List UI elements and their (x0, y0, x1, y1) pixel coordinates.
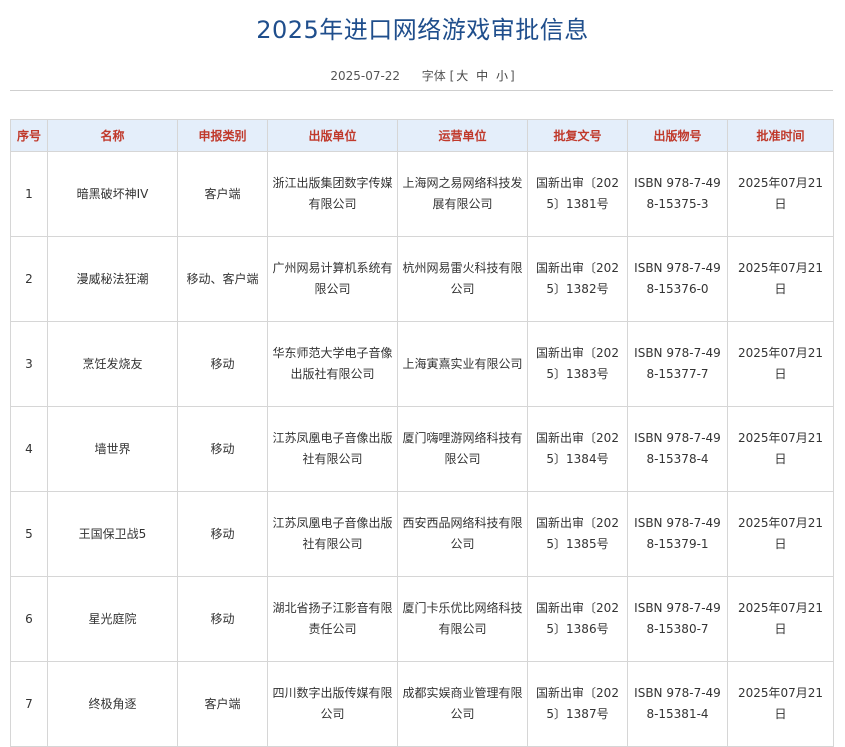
header-index: 序号 (10, 119, 48, 152)
header-divider (10, 90, 833, 91)
cell-category: 移动 (177, 321, 268, 407)
cell-isbn: ISBN 978-7-498-15380-7 (627, 576, 728, 662)
font-size-medium-button[interactable]: 中 (474, 69, 490, 83)
cell-index: 1 (10, 151, 48, 237)
cell-approval-number: 国新出审〔2025〕1384号 (527, 406, 628, 492)
cell-category: 客户端 (177, 661, 268, 747)
cell-operator: 上海寅熹实业有限公司 (397, 321, 528, 407)
cell-category: 客户端 (177, 151, 268, 237)
cell-approval-date: 2025年07月21日 (727, 151, 834, 237)
cell-category: 移动、客户端 (177, 236, 268, 322)
table-row: 7 终极角逐 客户端 四川数字出版传媒有限公司 成都实娱商业管理有限公司 国新出… (10, 661, 834, 747)
cell-index: 3 (10, 321, 48, 407)
cell-approval-date: 2025年07月21日 (727, 236, 834, 322)
cell-approval-date: 2025年07月21日 (727, 661, 834, 747)
header-category: 申报类别 (177, 119, 268, 152)
font-size-large-button[interactable]: 大 (454, 69, 470, 83)
font-size-bracket-close: ] (509, 69, 515, 83)
header-approval-date: 批准时间 (727, 119, 834, 152)
cell-category: 移动 (177, 491, 268, 577)
table-row: 3 烹饪发烧友 移动 华东师范大学电子音像出版社有限公司 上海寅熹实业有限公司 … (10, 321, 834, 407)
approval-table: 序号 名称 申报类别 出版单位 运营单位 批复文号 出版物号 批准时间 1 暗黑… (10, 119, 834, 747)
cell-category: 移动 (177, 406, 268, 492)
cell-isbn: ISBN 978-7-498-15377-7 (627, 321, 728, 407)
cell-approval-date: 2025年07月21日 (727, 406, 834, 492)
publish-date: 2025-07-22 (330, 69, 401, 83)
cell-operator: 西安西品网络科技有限公司 (397, 491, 528, 577)
cell-isbn: ISBN 978-7-498-15379-1 (627, 491, 728, 577)
cell-index: 4 (10, 406, 48, 492)
cell-name: 王国保卫战5 (47, 491, 178, 577)
table-header-row: 序号 名称 申报类别 出版单位 运营单位 批复文号 出版物号 批准时间 (10, 119, 834, 152)
cell-operator: 成都实娱商业管理有限公司 (397, 661, 528, 747)
cell-index: 7 (10, 661, 48, 747)
table-row: 4 墙世界 移动 江苏凤凰电子音像出版社有限公司 厦门嗨哩游网络科技有限公司 国… (10, 406, 834, 492)
header-approval-number: 批复文号 (527, 119, 628, 152)
cell-operator: 上海网之易网络科技发展有限公司 (397, 151, 528, 237)
cell-operator: 厦门卡乐优比网络科技有限公司 (397, 576, 528, 662)
table-row: 1 暗黑破坏神IV 客户端 浙江出版集团数字传媒有限公司 上海网之易网络科技发展… (10, 151, 834, 237)
cell-approval-date: 2025年07月21日 (727, 321, 834, 407)
cell-approval-number: 国新出审〔2025〕1386号 (527, 576, 628, 662)
cell-isbn: ISBN 978-7-498-15381-4 (627, 661, 728, 747)
cell-publisher: 浙江出版集团数字传媒有限公司 (267, 151, 398, 237)
cell-publisher: 广州网易计算机系统有限公司 (267, 236, 398, 322)
cell-name: 墙世界 (47, 406, 178, 492)
cell-operator: 杭州网易雷火科技有限公司 (397, 236, 528, 322)
cell-index: 6 (10, 576, 48, 662)
cell-index: 5 (10, 491, 48, 577)
cell-publisher: 江苏凤凰电子音像出版社有限公司 (267, 406, 398, 492)
cell-isbn: ISBN 978-7-498-15376-0 (627, 236, 728, 322)
cell-publisher: 湖北省扬子江影音有限责任公司 (267, 576, 398, 662)
font-size-label: 字体 (421, 69, 446, 83)
header-isbn: 出版物号 (627, 119, 728, 152)
cell-name: 烹饪发烧友 (47, 321, 178, 407)
cell-name: 终极角逐 (47, 661, 178, 747)
header-name: 名称 (47, 119, 178, 152)
cell-name: 星光庭院 (47, 576, 178, 662)
cell-approval-date: 2025年07月21日 (727, 576, 834, 662)
cell-approval-number: 国新出审〔2025〕1387号 (527, 661, 628, 747)
cell-category: 移动 (177, 576, 268, 662)
cell-publisher: 江苏凤凰电子音像出版社有限公司 (267, 491, 398, 577)
cell-approval-date: 2025年07月21日 (727, 491, 834, 577)
header-operator: 运营单位 (397, 119, 528, 152)
table-row: 6 星光庭院 移动 湖北省扬子江影音有限责任公司 厦门卡乐优比网络科技有限公司 … (10, 576, 834, 662)
table-row: 2 漫威秘法狂潮 移动、客户端 广州网易计算机系统有限公司 杭州网易雷火科技有限… (10, 236, 834, 322)
cell-approval-number: 国新出审〔2025〕1382号 (527, 236, 628, 322)
page-title: 2025年进口网络游戏审批信息 (256, 16, 589, 44)
cell-approval-number: 国新出审〔2025〕1383号 (527, 321, 628, 407)
cell-operator: 厦门嗨哩游网络科技有限公司 (397, 406, 528, 492)
cell-index: 2 (10, 236, 48, 322)
font-size-small-button[interactable]: 小 (494, 69, 510, 83)
cell-name: 漫威秘法狂潮 (47, 236, 178, 322)
cell-approval-number: 国新出审〔2025〕1381号 (527, 151, 628, 237)
cell-publisher: 华东师范大学电子音像出版社有限公司 (267, 321, 398, 407)
cell-isbn: ISBN 978-7-498-15375-3 (627, 151, 728, 237)
header-publisher: 出版单位 (267, 119, 398, 152)
table-row: 5 王国保卫战5 移动 江苏凤凰电子音像出版社有限公司 西安西品网络科技有限公司… (10, 491, 834, 577)
cell-approval-number: 国新出审〔2025〕1385号 (527, 491, 628, 577)
cell-name: 暗黑破坏神IV (47, 151, 178, 237)
article-meta: 2025-07-22 字体 [大 中 小] (0, 67, 845, 84)
cell-publisher: 四川数字出版传媒有限公司 (267, 661, 398, 747)
cell-isbn: ISBN 978-7-498-15378-4 (627, 406, 728, 492)
